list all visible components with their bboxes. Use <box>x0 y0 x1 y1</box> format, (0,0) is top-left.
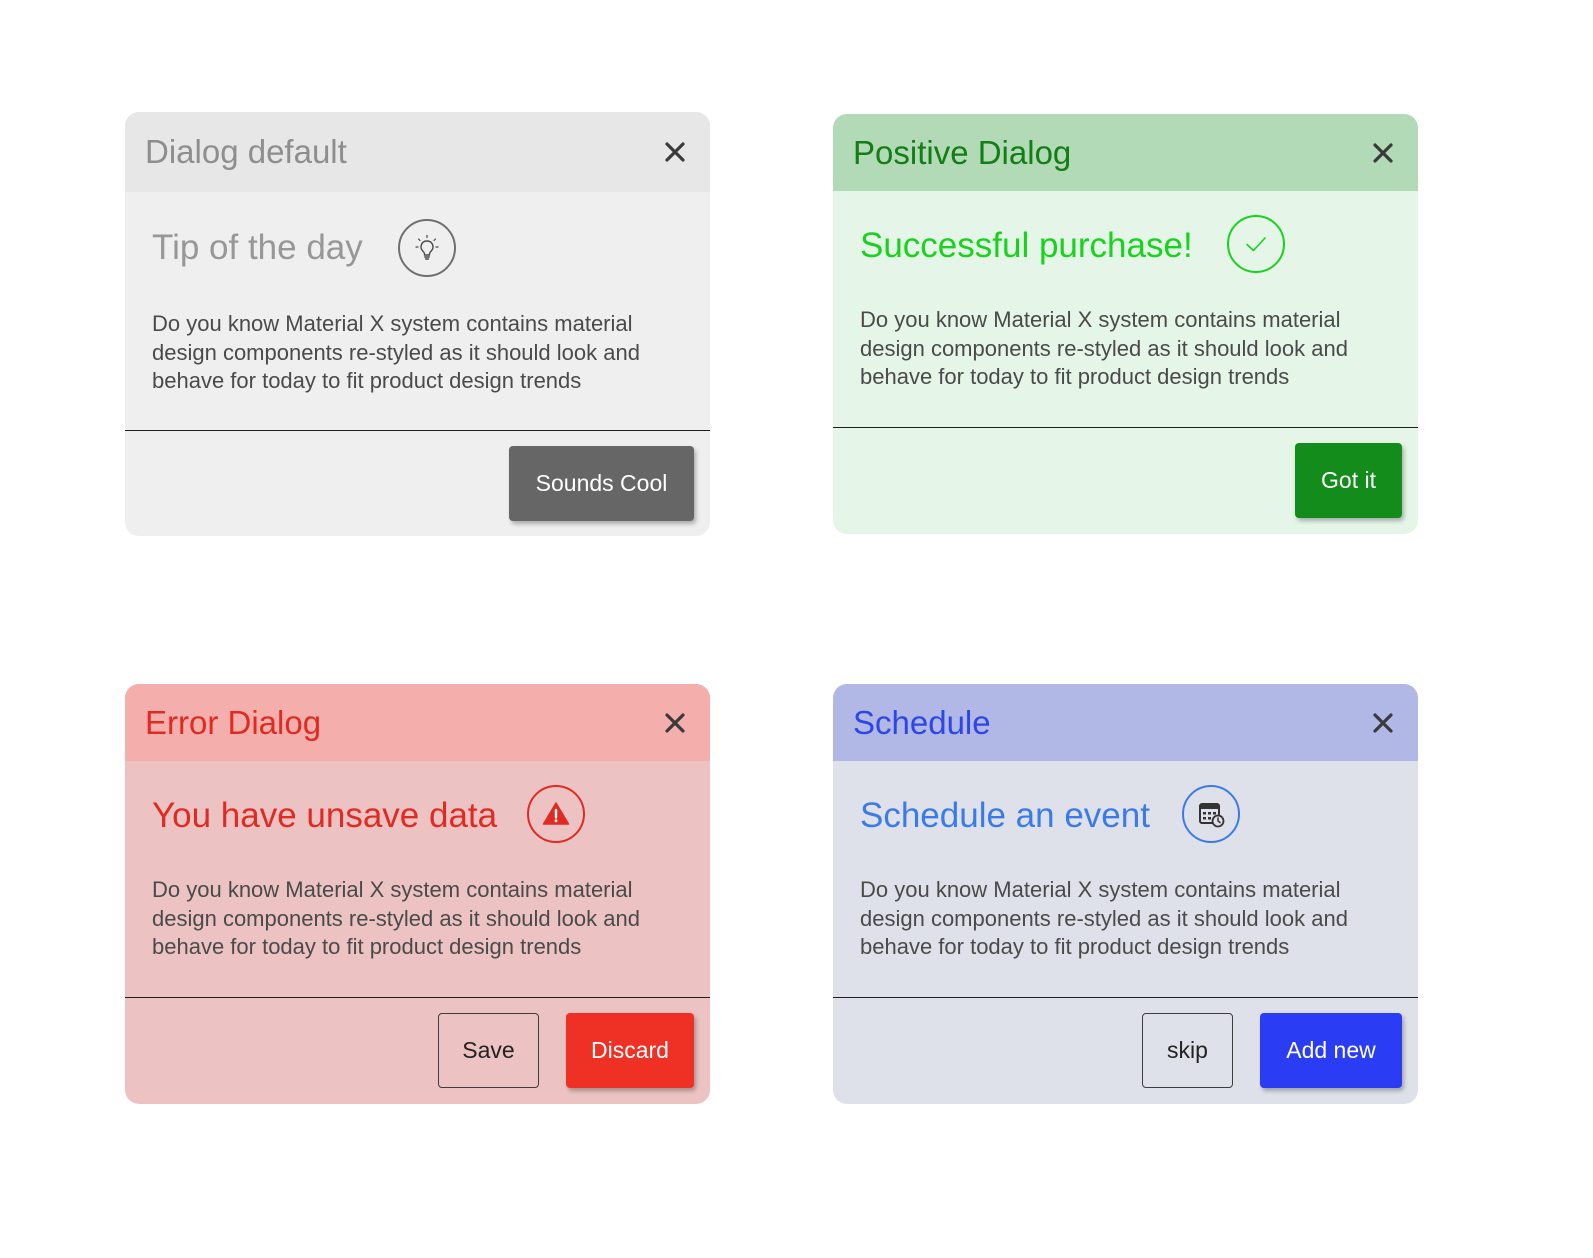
dialog-header: Error Dialog <box>125 684 710 761</box>
dialog-body-text: Do you know Material X system contains m… <box>152 311 640 393</box>
dialog-body-text: Do you know Material X system contains m… <box>152 877 640 959</box>
close-icon[interactable] <box>662 139 688 165</box>
discard-button[interactable]: Discard <box>566 1013 694 1088</box>
content-title: Tip of the day <box>152 228 363 267</box>
footer-divider <box>125 997 710 998</box>
close-icon[interactable] <box>662 710 688 736</box>
add-new-button[interactable]: Add new <box>1260 1013 1402 1088</box>
calendar-clock-icon <box>1182 785 1240 843</box>
dialog-header: Dialog default <box>125 112 710 192</box>
footer-divider <box>125 430 710 431</box>
content-title: Schedule an event <box>860 796 1150 835</box>
dialog-schedule: Schedule Schedule an event Do you know M… <box>833 684 1418 1104</box>
dialog-body-text: Do you know Material X system contains m… <box>860 307 1348 389</box>
dialog-default: Dialog default Tip of the day Do you kno… <box>125 112 710 536</box>
lightbulb-icon <box>398 219 456 277</box>
dialog-header: Schedule <box>833 684 1418 761</box>
sounds-cool-button[interactable]: Sounds Cool <box>509 446 694 521</box>
dialog-title: Schedule <box>853 703 991 741</box>
content-title: You have unsave data <box>152 796 498 835</box>
close-icon[interactable] <box>1370 710 1396 736</box>
skip-button[interactable]: skip <box>1142 1013 1233 1088</box>
dialog-title: Error Dialog <box>145 703 322 741</box>
dialog-body-text: Do you know Material X system contains m… <box>860 877 1348 959</box>
got-it-button[interactable]: Got it <box>1295 443 1402 518</box>
close-icon[interactable] <box>1370 140 1396 166</box>
save-button[interactable]: Save <box>438 1013 539 1088</box>
footer-divider <box>833 427 1418 428</box>
dialog-positive: Positive Dialog Successful purchase! Do … <box>833 114 1418 534</box>
dialog-header: Positive Dialog <box>833 114 1418 191</box>
dialog-error: Error Dialog You have unsave data Do you… <box>125 684 710 1104</box>
footer-divider <box>833 997 1418 998</box>
checkmark-icon <box>1227 215 1285 273</box>
dialog-title: Dialog default <box>145 133 347 170</box>
warning-icon <box>527 785 585 843</box>
dialog-title: Positive Dialog <box>853 133 1072 171</box>
content-title: Successful purchase! <box>860 226 1193 265</box>
